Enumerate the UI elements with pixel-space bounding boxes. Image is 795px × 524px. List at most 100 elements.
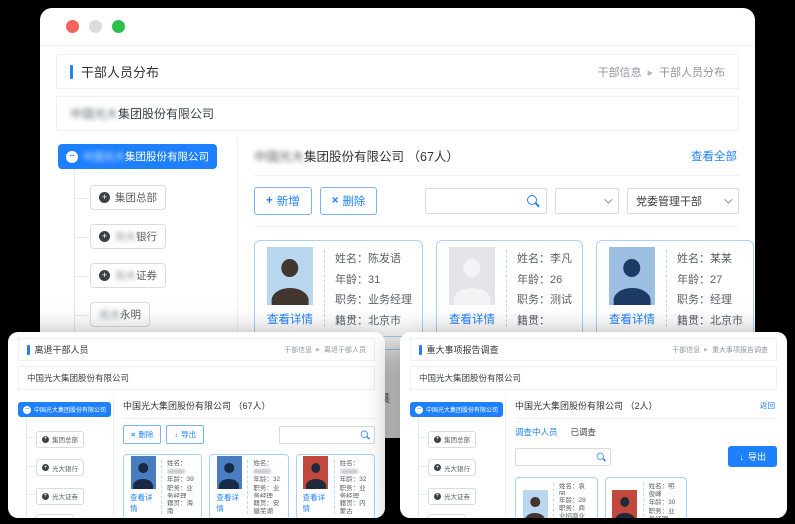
- tree-node-bank[interactable]: 光大银行: [90, 224, 166, 249]
- tree-root-node[interactable]: 中国光大集团股份有限公司: [18, 402, 111, 417]
- person-name: 姓名：陈发语: [335, 250, 412, 266]
- view-detail-link[interactable]: 查看详情: [449, 311, 495, 327]
- person-count: （67人）: [234, 401, 271, 411]
- person-name: 姓名：李凡: [517, 250, 572, 266]
- tab-under-investigation[interactable]: 调查中人员: [515, 426, 558, 438]
- breadcrumb: 干部信息 重大事项报告调查: [672, 345, 768, 355]
- delete-button[interactable]: 删除: [320, 187, 378, 215]
- breadcrumb-arrow-icon: [704, 346, 708, 353]
- expand-icon[interactable]: [99, 192, 110, 203]
- search-input[interactable]: [516, 453, 594, 460]
- expand-icon[interactable]: [99, 231, 110, 242]
- export-button[interactable]: 导出: [728, 446, 777, 467]
- org-tree-panel: 中国光大集团股份有限公司 集团总部 光大银行 光大证券 光大永明 光大金控 光大…: [410, 394, 506, 518]
- page-title: 离退干部人员: [35, 343, 89, 356]
- expand-icon[interactable]: [42, 436, 49, 443]
- search-icon[interactable]: [526, 194, 540, 208]
- search-icon[interactable]: [596, 451, 606, 461]
- view-detail-link[interactable]: 查看详情: [267, 311, 313, 327]
- tree-node-yongming[interactable]: 光大永明: [90, 302, 150, 327]
- search-input[interactable]: [426, 195, 526, 207]
- tree-node-hq[interactable]: 集团总部: [36, 431, 84, 448]
- person-card: 查看详情 姓名： 年龄：32 职务：业务经理 籍贯：安徽芜湖: [209, 454, 288, 518]
- redacted-name: [167, 469, 185, 474]
- chevron-down-icon: [604, 195, 612, 203]
- person-card: 查看详情 姓名：陈发语 年龄：31 职务：业务经理 籍贯：北京市: [254, 240, 423, 337]
- tree-node-hq[interactable]: 集团总部: [428, 431, 476, 448]
- cross-icon: [131, 430, 135, 439]
- tree-root-node[interactable]: 中国光大集团股份有限公司: [58, 144, 217, 169]
- delete-button[interactable]: 删除: [123, 425, 161, 444]
- breadcrumb-parent[interactable]: 干部信息: [672, 345, 700, 355]
- person-job: 职务：业务经理: [167, 485, 195, 499]
- expand-icon[interactable]: [434, 436, 441, 443]
- expand-icon[interactable]: [42, 493, 49, 500]
- person-card: 查看详情 姓名： 年龄：32 职务：业务经理 籍贯：内蒙古: [296, 454, 375, 518]
- page-title: 干部人员分布: [81, 62, 159, 81]
- expand-icon[interactable]: [42, 464, 49, 471]
- company-bar: 中国光大集团股份有限公司: [410, 366, 777, 390]
- view-detail-link[interactable]: 查看详情: [303, 492, 329, 514]
- add-button[interactable]: 新增: [254, 187, 312, 215]
- person-age: 年龄：32: [340, 476, 368, 483]
- tree-node-securities[interactable]: 光大证券: [428, 488, 476, 505]
- tree-node-hq[interactable]: 集团总部: [90, 185, 166, 210]
- person-photo: [612, 490, 637, 518]
- person-photo: [267, 247, 313, 305]
- filter-select-empty[interactable]: [555, 188, 619, 214]
- page-title: 重大事项报告调查: [427, 343, 499, 356]
- tree-node-yongming[interactable]: 光大永明: [36, 514, 74, 518]
- collapse-icon[interactable]: [66, 151, 78, 163]
- tree-node-securities[interactable]: 光大证券: [36, 488, 84, 505]
- filter-select-cadre-type[interactable]: 党委管理干部: [627, 188, 739, 214]
- tree-node-bank[interactable]: 光大银行: [428, 459, 476, 476]
- tree-root-node[interactable]: 中国光大集团股份有限公司: [410, 402, 503, 417]
- search-icon[interactable]: [360, 429, 370, 439]
- person-card: 调查中 姓名：袁园 年龄：28 职务：商业招商业务经理 籍贯：内蒙古: [515, 477, 598, 518]
- window-retired-cadres: 离退干部人员 干部信息 离退干部人员 中国光大集团股份有限公司 中国光大集团股份…: [8, 332, 385, 518]
- tree-node-bank[interactable]: 光大银行: [36, 459, 84, 476]
- person-origin: 籍贯：海南: [167, 500, 195, 514]
- expand-icon[interactable]: [99, 270, 110, 281]
- back-link[interactable]: 返回: [760, 400, 775, 411]
- person-list-panel: 中国光大集团股份有限公司 （2人） 返回 调查中人员 已调查 导出: [506, 394, 777, 518]
- collapse-icon[interactable]: [23, 406, 31, 414]
- person-age: 年龄：26: [517, 271, 572, 287]
- search-box: [515, 448, 611, 466]
- expand-icon[interactable]: [434, 493, 441, 500]
- person-age: 年龄：27: [677, 271, 743, 287]
- page-title-bar: 干部人员分布 干部信息 干部人员分布: [56, 54, 739, 89]
- view-all-link[interactable]: 查看全部: [691, 148, 737, 164]
- person-photo: [131, 456, 156, 489]
- person-card: 查看详情 姓名：李凡 年龄：26 职务：测试 籍贯：: [436, 240, 583, 337]
- person-age: 年龄：32: [253, 476, 281, 483]
- view-detail-link[interactable]: 查看详情: [609, 311, 655, 327]
- export-button[interactable]: 导出: [166, 425, 204, 444]
- search-box: [425, 188, 547, 214]
- person-list-panel: 中国光大集团股份有限公司 （67人） 删除 导出 查看详情: [114, 394, 375, 518]
- view-detail-link[interactable]: 查看详情: [130, 492, 156, 514]
- breadcrumb-current: 离退干部人员: [324, 345, 366, 355]
- person-origin: 籍贯：: [517, 312, 572, 328]
- tree-node-yongming[interactable]: 光大永明: [428, 514, 466, 518]
- search-input[interactable]: [280, 431, 358, 438]
- tree-node-securities[interactable]: 光大证券: [90, 263, 166, 288]
- breadcrumb-parent[interactable]: 干部信息: [598, 64, 642, 80]
- breadcrumb-parent[interactable]: 干部信息: [284, 345, 312, 355]
- tab-investigated[interactable]: 已调查: [571, 426, 597, 438]
- person-job: 职务：业务经理: [253, 485, 281, 499]
- person-count: （67人）: [408, 150, 459, 164]
- person-age: 年龄：39: [167, 476, 195, 483]
- view-detail-link[interactable]: 查看详情: [216, 492, 242, 514]
- collapse-icon[interactable]: [415, 406, 423, 414]
- company-bar: 中国光大集团股份有限公司: [56, 96, 739, 131]
- maximize-window-button[interactable]: [112, 20, 125, 33]
- person-job: 职务：经理: [677, 291, 743, 307]
- close-window-button[interactable]: [66, 20, 79, 33]
- minimize-window-button[interactable]: [89, 20, 102, 33]
- redacted-name: [253, 469, 271, 474]
- status-tabs: 调查中人员 已调查: [515, 419, 777, 440]
- title-accent-bar: [419, 345, 422, 355]
- person-name: 姓名：明俊峰: [649, 483, 681, 497]
- expand-icon[interactable]: [434, 464, 441, 471]
